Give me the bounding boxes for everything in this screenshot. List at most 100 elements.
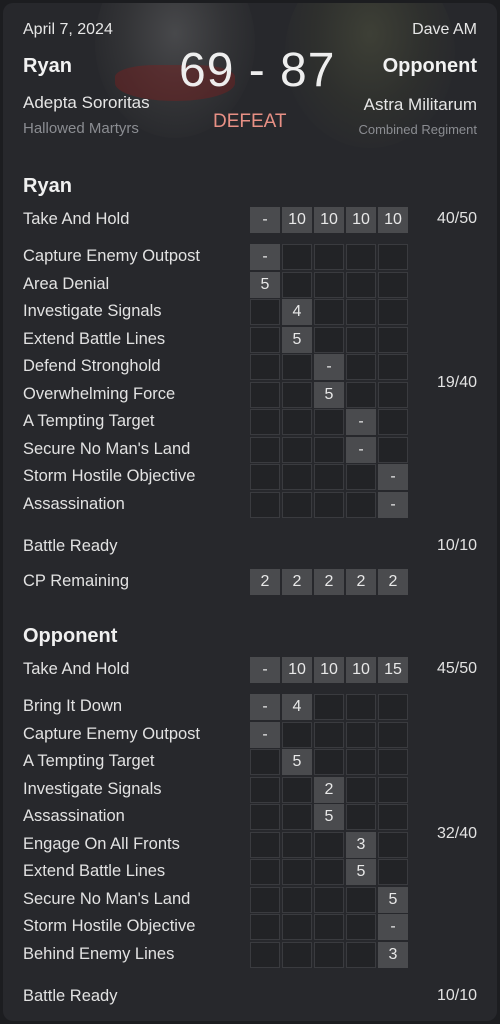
opponent-secondary-8-round-4-cell bbox=[346, 886, 376, 913]
opponent-secondary-2-round-5-cell bbox=[378, 721, 408, 748]
opponent-secondary-3-round-2-cell: 5 bbox=[282, 749, 312, 775]
opponent-secondary-6-round-3-cell bbox=[314, 831, 344, 858]
ryan-secondary-9-round-2-cell bbox=[282, 464, 312, 490]
opponent-secondary-total: 32/40 bbox=[436, 825, 477, 842]
opponent-take-and-hold-round-2-cell: 10 bbox=[282, 657, 312, 683]
ryan-secondary-4-round-3-cell bbox=[314, 326, 344, 353]
ryan-secondary-label: Defend Stronghold bbox=[23, 357, 161, 375]
ryan-secondary-1-round-2-cell bbox=[282, 244, 312, 270]
opponent-secondary-5-round-3-cell: 5 bbox=[314, 804, 344, 830]
opponent-secondary-8-round-3-cell bbox=[314, 886, 344, 913]
player-right-detachment: Combined Regiment bbox=[358, 122, 477, 137]
ryan-take-and-hold-round-5-cell: 10 bbox=[378, 207, 408, 233]
ryan-secondary-10-round-3-cell bbox=[314, 491, 344, 518]
ryan-secondary-8-round-3-cell bbox=[314, 436, 344, 463]
opponent-section-title: Opponent bbox=[23, 625, 118, 647]
opponent-secondary-label: Investigate Signals bbox=[23, 779, 162, 798]
ryan-secondary-9-round-3-cell bbox=[314, 464, 344, 490]
ryan-cp-remaining-round-5-cell: 2 bbox=[378, 569, 408, 595]
opponent-secondary-1-round-2-cell: 4 bbox=[282, 694, 312, 720]
ryan-secondary-label: Assassination bbox=[23, 494, 125, 513]
ryan-secondary-label: A Tempting Target bbox=[23, 412, 155, 430]
ryan-secondary-9-round-1-cell bbox=[250, 464, 280, 490]
opponent-secondary-5-round-1-cell bbox=[250, 804, 280, 830]
ryan-cp-remaining-label: CP Remaining bbox=[23, 572, 130, 590]
ryan-secondary-4-round-5-cell bbox=[378, 326, 408, 353]
opponent-secondary-5-round-4-cell bbox=[346, 804, 376, 830]
ryan-secondary-6-round-3-cell: 5 bbox=[314, 381, 344, 408]
ryan-secondary-4-round-4-cell bbox=[346, 326, 376, 353]
ryan-secondary-6-round-5-cell bbox=[378, 381, 408, 408]
opponent-take-and-hold-round-5-cell: 15 bbox=[378, 657, 408, 683]
ryan-secondary-9-round-5-cell: - bbox=[378, 464, 408, 490]
ryan-secondary-1-round-4-cell bbox=[346, 244, 376, 270]
opponent-secondary-label: A Tempting Target bbox=[23, 752, 155, 770]
ryan-secondary-2-round-4-cell bbox=[346, 271, 376, 298]
ryan-take-and-hold-round-3-cell: 10 bbox=[314, 207, 344, 233]
ryan-secondary-3-round-5-cell bbox=[378, 299, 408, 325]
opponent-secondary-6-round-4-cell: 3 bbox=[346, 831, 376, 858]
ryan-secondary-5-round-3-cell: - bbox=[314, 354, 344, 380]
opponent-secondary-label: Assassination bbox=[23, 807, 125, 825]
opponent-secondary-1-round-1-cell: - bbox=[250, 694, 280, 720]
opponent-secondary-6-round-2-cell bbox=[282, 831, 312, 858]
opponent-secondary-5-round-2-cell bbox=[282, 804, 312, 830]
ryan-secondary-label: Extend Battle Lines bbox=[23, 329, 166, 348]
opponent-secondary-2-round-2-cell bbox=[282, 721, 312, 748]
opponent-secondary-1-round-4-cell bbox=[346, 694, 376, 720]
opponent-secondary-10-round-3-cell bbox=[314, 941, 344, 968]
opponent-secondary-10-round-4-cell bbox=[346, 941, 376, 968]
ryan-secondary-5-round-5-cell bbox=[378, 354, 408, 380]
ryan-cp-remaining-round-2-cell: 2 bbox=[282, 569, 312, 595]
ryan-secondary-7-round-5-cell bbox=[378, 409, 408, 435]
opponent-secondary-1-round-5-cell bbox=[378, 694, 408, 720]
player-left-detachment: Hallowed Martyrs bbox=[23, 120, 139, 137]
match-header: April 7, 2024 Dave AM Ryan Opponent Adep… bbox=[3, 3, 497, 161]
opponent-take-and-hold-round-4-cell: 10 bbox=[346, 657, 376, 683]
opponent-secondary-8-round-2-cell bbox=[282, 886, 312, 913]
ryan-secondary-5-round-4-cell bbox=[346, 354, 376, 380]
player-left-name: Ryan bbox=[23, 55, 72, 77]
ryan-secondary-8-round-1-cell bbox=[250, 436, 280, 463]
ryan-battle-ready-total: 10/10 bbox=[436, 537, 477, 554]
ryan-secondary-total: 19/40 bbox=[436, 374, 477, 391]
ryan-secondary-label: Capture Enemy Outpost bbox=[23, 247, 201, 265]
opponent-secondary-1-round-3-cell bbox=[314, 694, 344, 720]
opponent-secondary-3-round-5-cell bbox=[378, 749, 408, 775]
opponent-take-and-hold-round-1-cell: - bbox=[250, 657, 280, 683]
opponent-take-and-hold-total: 45/50 bbox=[436, 660, 477, 677]
ryan-secondary-3-round-1-cell bbox=[250, 299, 280, 325]
ryan-take-and-hold-round-2-cell: 10 bbox=[282, 207, 312, 233]
opponent-secondary-label: Storm Hostile Objective bbox=[23, 917, 196, 935]
ryan-secondary-label: Overwhelming Force bbox=[23, 384, 176, 403]
opponent-secondary-4-round-2-cell bbox=[282, 776, 312, 803]
ryan-secondary-label: Secure No Man's Land bbox=[23, 439, 191, 458]
opponent-secondary-4-round-5-cell bbox=[378, 776, 408, 803]
opponent-secondary-4-round-1-cell bbox=[250, 776, 280, 803]
ryan-cp-remaining-round-3-cell: 2 bbox=[314, 569, 344, 595]
ryan-secondary-10-round-2-cell bbox=[282, 491, 312, 518]
opponent-secondary-label: Engage On All Fronts bbox=[23, 834, 180, 853]
opponent-secondary-6-round-5-cell bbox=[378, 831, 408, 858]
opponent-secondary-6-round-1-cell bbox=[250, 831, 280, 858]
opponent-secondary-9-round-3-cell bbox=[314, 914, 344, 940]
opponent-secondary-10-round-5-cell: 3 bbox=[378, 941, 408, 968]
opponent-secondary-4-round-3-cell: 2 bbox=[314, 776, 344, 803]
ryan-take-and-hold-round-4-cell: 10 bbox=[346, 207, 376, 233]
ryan-secondary-10-round-5-cell: - bbox=[378, 491, 408, 518]
ryan-secondary-2-round-3-cell bbox=[314, 271, 344, 298]
ryan-secondary-2-round-2-cell bbox=[282, 271, 312, 298]
ryan-take-and-hold-label: Take And Hold bbox=[23, 210, 130, 228]
opponent-take-and-hold-round-3-cell: 10 bbox=[314, 657, 344, 683]
opponent-secondary-9-round-5-cell: - bbox=[378, 914, 408, 940]
opponent-secondary-9-round-4-cell bbox=[346, 914, 376, 940]
opponent-secondary-label: Extend Battle Lines bbox=[23, 862, 166, 880]
opponent-secondary-label: Bring It Down bbox=[23, 697, 123, 715]
opponent-secondary-9-round-2-cell bbox=[282, 914, 312, 940]
final-score: 69 - 87 bbox=[179, 44, 336, 97]
opponent-secondary-3-round-1-cell bbox=[250, 749, 280, 775]
player-right-faction: Astra Militarum bbox=[363, 95, 477, 114]
opponent-secondary-3-round-4-cell bbox=[346, 749, 376, 775]
ryan-secondary-label: Storm Hostile Objective bbox=[23, 467, 196, 485]
ryan-secondary-7-round-1-cell bbox=[250, 409, 280, 435]
